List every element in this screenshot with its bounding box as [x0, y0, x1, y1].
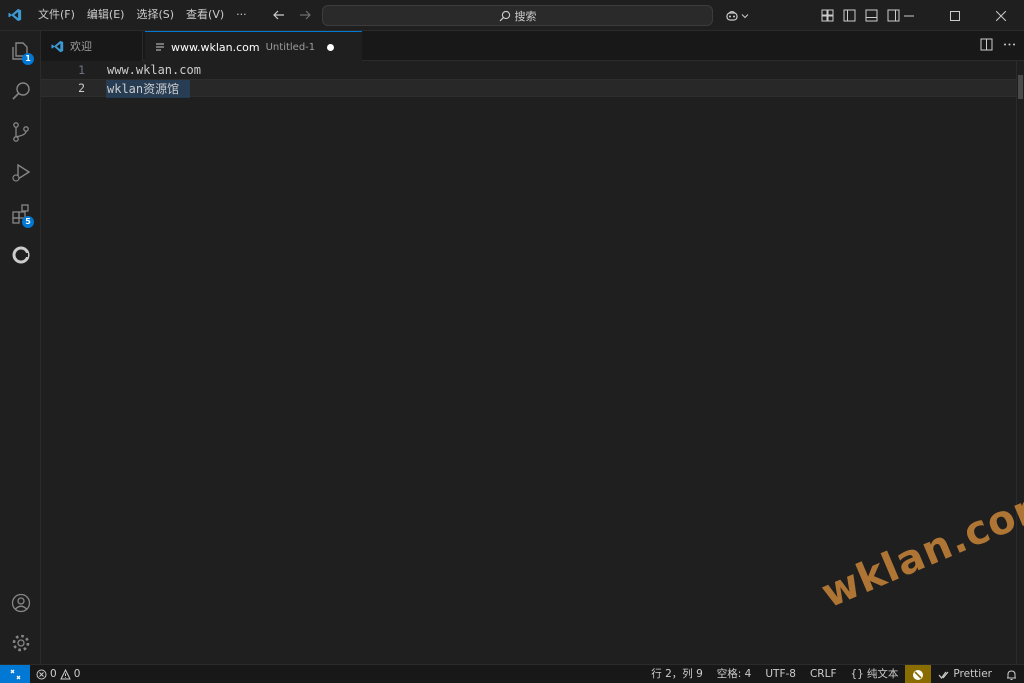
menu-selection[interactable]: 选择(S) [130, 4, 180, 26]
remote-indicator[interactable] [0, 664, 30, 683]
close-icon[interactable] [978, 0, 1024, 31]
cursor-position[interactable]: 行 2，列 9 [644, 665, 710, 683]
maximize-icon[interactable] [932, 0, 978, 31]
tab-welcome-label: 欢迎 [70, 40, 92, 53]
customize-layout-icon[interactable] [818, 5, 836, 25]
warning-icon [59, 668, 71, 679]
extensions-icon[interactable]: 5 [0, 194, 41, 234]
tab-welcome[interactable]: 欢迎 [41, 31, 143, 61]
search-view-icon[interactable] [0, 71, 41, 111]
copilot-icon [726, 10, 738, 21]
unsaved-dot-icon[interactable] [327, 43, 335, 51]
minimize-icon[interactable] [886, 0, 932, 31]
toggle-panel-icon[interactable] [862, 5, 880, 25]
menu-view[interactable]: 查看(V) [180, 4, 230, 26]
tab-untitled[interactable]: www.wklan.com Untitled-1 [145, 31, 362, 62]
tab-active-description: Untitled-1 [265, 41, 316, 53]
menu-edit[interactable]: 编辑(E) [81, 4, 131, 26]
explorer-badge: 1 [22, 53, 34, 65]
tab-active-label: www.wklan.com [171, 40, 260, 54]
editor-tab-bar: 欢迎 www.wklan.com Untitled-1 [41, 31, 1024, 62]
error-icon [36, 669, 47, 679]
notifications-bell-icon[interactable] [999, 665, 1024, 683]
account-icon[interactable] [0, 583, 41, 623]
warning-count: 0 [73, 668, 81, 680]
search-label: 搜索 [514, 9, 537, 23]
scrollbar-thumb[interactable] [1018, 75, 1023, 99]
line-number: 1 [78, 63, 85, 77]
language-mode[interactable]: {} 纯文本 [844, 665, 906, 683]
code-line-current[interactable]: 2 wklan资源馆 [41, 79, 1016, 98]
command-center-search[interactable]: 搜索 [322, 5, 713, 26]
status-bar: 0 0 行 2，列 9 空格: 4 UTF-8 CRLF {} 纯文本 Pret… [0, 664, 1024, 683]
remote-icon [10, 669, 20, 679]
braces-icon: {} [850, 668, 864, 680]
menu-bar: 文件(F) 编辑(E) 选择(S) 查看(V) ··· [32, 0, 253, 31]
line-text[interactable]: wklan资源馆 [107, 80, 179, 97]
prettier-status[interactable]: Prettier [931, 665, 999, 683]
line-text[interactable]: www.wklan.com [107, 63, 201, 77]
double-check-icon [938, 671, 949, 679]
text-file-icon [156, 43, 164, 51]
vscode-logo-icon [0, 0, 30, 31]
prettier-label: Prettier [953, 668, 992, 680]
search-icon [499, 10, 510, 21]
split-editor-icon[interactable] [980, 38, 993, 54]
chevron-down-icon [741, 13, 749, 18]
extensions-badge: 5 [22, 216, 34, 228]
forward-arrow-icon[interactable] [295, 5, 315, 25]
vscode-logo-icon [51, 40, 64, 52]
menu-more[interactable]: ··· [230, 4, 253, 26]
remote-explorer-icon[interactable] [0, 235, 41, 275]
settings-gear-icon[interactable] [0, 623, 41, 663]
problems-indicator[interactable]: 0 0 [36, 668, 80, 680]
code-line[interactable]: 1 www.wklan.com [41, 61, 1016, 79]
back-arrow-icon[interactable] [269, 5, 289, 25]
title-bar: 文件(F) 编辑(E) 选择(S) 查看(V) ··· 搜索 [0, 0, 1024, 31]
menu-file[interactable]: 文件(F) [32, 4, 81, 26]
language-label: 纯文本 [866, 668, 899, 680]
more-actions-icon[interactable] [1003, 38, 1016, 54]
copilot-status-icon[interactable] [905, 665, 932, 683]
vertical-scrollbar[interactable] [1016, 61, 1024, 664]
explorer-icon[interactable]: 1 [0, 31, 41, 71]
error-count: 0 [50, 668, 57, 680]
end-of-line[interactable]: CRLF [803, 665, 844, 683]
line-number: 2 [78, 81, 85, 95]
indentation[interactable]: 空格: 4 [710, 665, 759, 683]
toggle-primary-sidebar-icon[interactable] [840, 5, 858, 25]
encoding[interactable]: UTF-8 [758, 665, 803, 683]
activity-bar: 1 5 [0, 31, 41, 664]
copilot-button[interactable] [722, 5, 752, 26]
run-debug-icon[interactable] [0, 153, 41, 193]
source-control-icon[interactable] [0, 112, 41, 152]
